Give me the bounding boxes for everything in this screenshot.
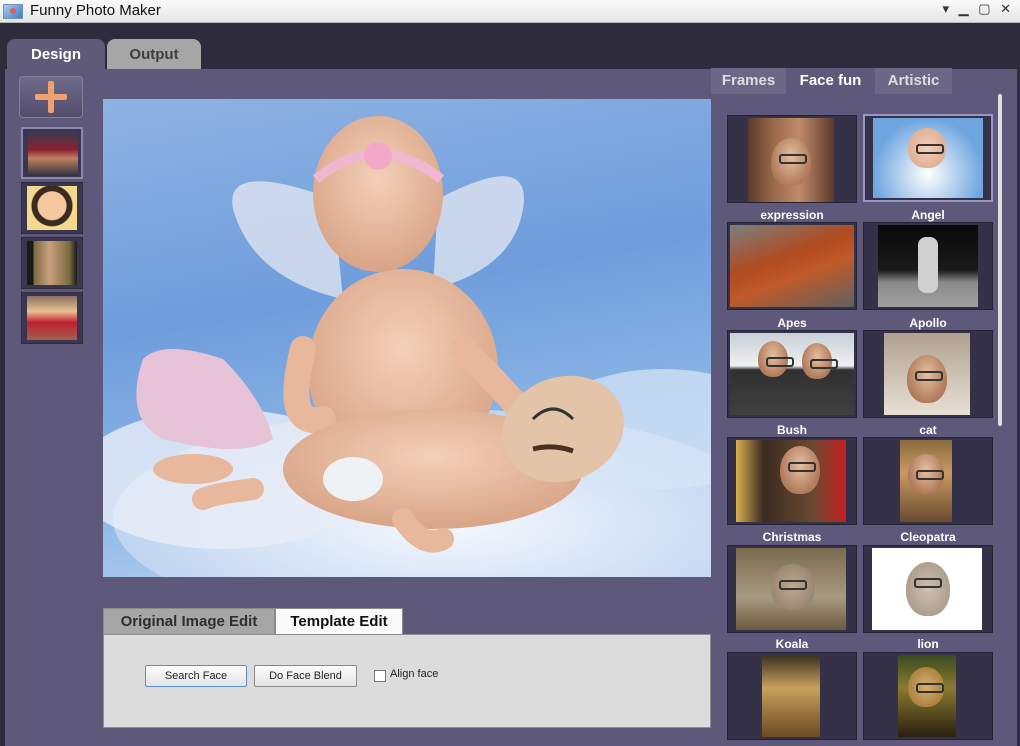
- template-grid: expression Angel Apes Apollo Bush cat Ch…: [711, 94, 1017, 744]
- expression-template-image: [748, 118, 834, 202]
- photo-canvas[interactable]: [103, 99, 711, 577]
- template-card[interactable]: [863, 330, 993, 418]
- angel-template-image: [873, 118, 983, 198]
- template-category-tabs: Frames Face fun Artistic: [711, 68, 1017, 94]
- template-label: Apollo: [909, 316, 947, 330]
- main-tabs: Design Output: [0, 23, 1020, 71]
- title-bar: Funny Photo Maker ▾ ▁ ▢ ✕: [0, 0, 1020, 23]
- cartoon-face-thumbnail: [27, 186, 77, 230]
- image-thumbnail[interactable]: [21, 292, 83, 344]
- template-card[interactable]: [727, 652, 857, 740]
- template-card[interactable]: [863, 652, 993, 740]
- tab-original-image-edit[interactable]: Original Image Edit: [103, 608, 275, 634]
- search-face-button[interactable]: Search Face: [145, 665, 247, 687]
- template-card[interactable]: [727, 330, 857, 418]
- template-card[interactable]: [863, 222, 993, 310]
- apes-template-image: [730, 225, 854, 307]
- koala-template-image: [736, 548, 846, 630]
- apollo-template-image: [878, 225, 978, 307]
- template-label: Angel: [911, 208, 945, 222]
- face-blend-button[interactable]: Do Face Blend: [254, 665, 357, 687]
- lion-template-image: [872, 548, 982, 630]
- tab-template-edit[interactable]: Template Edit: [275, 608, 403, 634]
- window-title: Funny Photo Maker: [30, 2, 161, 19]
- window-controls[interactable]: ▾ ▁ ▢ ✕: [942, 1, 1014, 17]
- edit-tabs: Original Image Edit Template Edit: [103, 608, 711, 634]
- template-card[interactable]: [863, 437, 993, 525]
- plus-icon: [35, 81, 67, 113]
- woman-portrait-thumbnail: [27, 296, 77, 340]
- template-scrollbar[interactable]: [998, 94, 1002, 426]
- movie-poster-template-image: [762, 655, 820, 737]
- tab-face-fun[interactable]: Face fun: [786, 68, 875, 94]
- template-card[interactable]: [727, 222, 857, 310]
- tab-output[interactable]: Output: [107, 39, 201, 71]
- template-card[interactable]: [727, 115, 857, 203]
- template-card[interactable]: [727, 545, 857, 633]
- template-label: Christmas: [762, 530, 822, 544]
- add-image-button[interactable]: [19, 76, 83, 118]
- template-label: Apes: [777, 316, 807, 330]
- app-icon: [3, 4, 23, 19]
- image-list-panel: [14, 74, 90, 742]
- tab-design[interactable]: Design: [7, 39, 105, 71]
- template-label: Bush: [777, 423, 807, 437]
- cat-template-image: [884, 333, 970, 415]
- template-edit-panel: Search Face Do Face Blend Align face: [103, 634, 711, 728]
- template-card[interactable]: [863, 545, 993, 633]
- template-label: Koala: [775, 637, 809, 651]
- angel-babies-image: [103, 116, 711, 577]
- tab-frames[interactable]: Frames: [711, 68, 786, 94]
- tab-artistic[interactable]: Artistic: [875, 68, 952, 94]
- bush-template-image: [730, 333, 854, 415]
- film-face-thumbnail: [27, 241, 77, 285]
- group-photo-thumbnail: [28, 132, 78, 176]
- template-label: cat: [919, 423, 937, 437]
- image-thumbnail[interactable]: [21, 237, 83, 289]
- template-label: lion: [917, 637, 939, 651]
- christmas-template-image: [736, 440, 846, 522]
- template-card[interactable]: [727, 437, 857, 525]
- image-thumbnail[interactable]: [21, 127, 83, 179]
- template-label: Cleopatra: [900, 530, 956, 544]
- image-thumbnail[interactable]: [21, 182, 83, 234]
- cleopatra-template-image: [900, 440, 952, 522]
- template-label: expression: [760, 208, 824, 222]
- template-card[interactable]: [863, 114, 993, 202]
- align-face-checkbox[interactable]: [374, 670, 386, 682]
- align-face-label: Align face: [390, 668, 439, 680]
- mona-lisa-template-image: [898, 655, 956, 737]
